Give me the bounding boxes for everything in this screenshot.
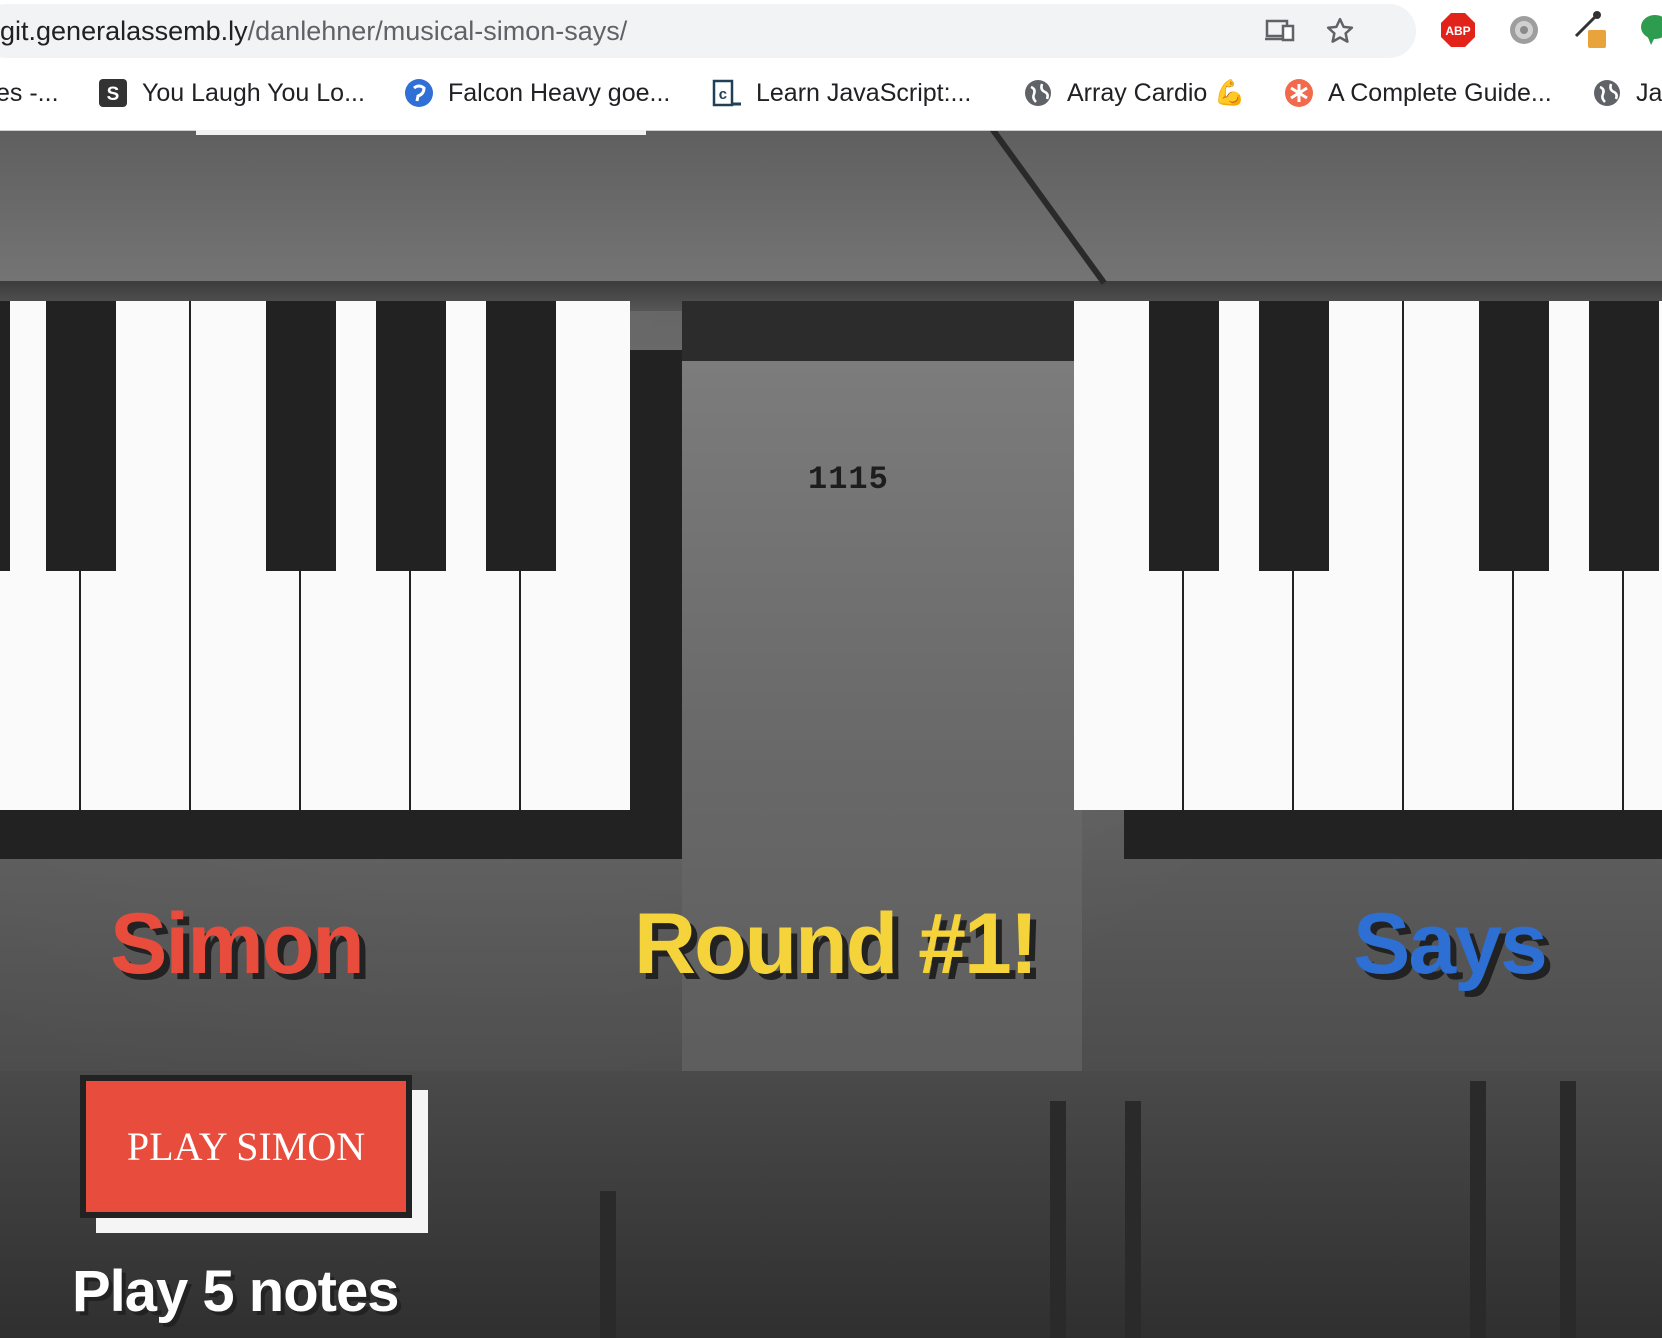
svg-text:S: S <box>107 84 120 105</box>
background-photo-table <box>0 131 1662 301</box>
asterisk-icon <box>1284 78 1314 108</box>
keyboard-right <box>1074 301 1662 810</box>
url-host: git.generalassemb.ly <box>0 16 248 46</box>
background-serial-number: 1115 <box>808 461 889 498</box>
black-key[interactable] <box>0 301 10 571</box>
black-key[interactable] <box>1149 301 1219 571</box>
bookmark-item[interactable]: A Complete Guide... <box>1284 66 1552 120</box>
bookmarks-bar: es -... S You Laugh You Lo... Falcon Hea… <box>0 66 1662 120</box>
notes-instruction: Play 5 notes <box>72 1259 399 1324</box>
background-photo-leg <box>1125 1101 1141 1338</box>
globe-icon <box>1023 78 1053 108</box>
black-key[interactable] <box>376 301 446 571</box>
background-photo-leg <box>600 1191 616 1338</box>
bookmark-label: Falcon Heavy goe... <box>448 78 671 107</box>
url-path: /danlehner/musical-simon-says/ <box>247 16 628 46</box>
play-simon-button[interactable]: PLAY SIMON <box>80 1075 412 1218</box>
bookmark-item[interactable]: es -... <box>0 66 59 120</box>
eyedropper-icon[interactable] <box>1572 11 1608 48</box>
codecademy-icon: c <box>712 78 742 108</box>
svg-text:ABP: ABP <box>1445 24 1470 38</box>
background-photo-leg <box>1470 1081 1486 1338</box>
black-key[interactable] <box>266 301 336 571</box>
title-says: Says <box>1353 896 1548 992</box>
bookmark-label: Array Cardio 💪 <box>1067 78 1246 107</box>
abp-icon[interactable]: ABP <box>1440 12 1476 48</box>
bookmark-label: es -... <box>0 78 59 107</box>
active-bookmark-indicator <box>196 130 646 135</box>
bookmark-label: Learn JavaScript:... <box>756 78 972 107</box>
browser-chrome: git.generalassemb.ly/danlehner/musical-s… <box>0 0 1662 131</box>
globe-icon <box>1592 78 1622 108</box>
bookmark-item[interactable]: Falcon Heavy goe... <box>404 66 670 120</box>
black-key[interactable] <box>1479 301 1549 571</box>
bookmark-star-icon[interactable] <box>1323 14 1357 48</box>
black-key[interactable] <box>46 301 116 571</box>
bookmark-label: A Complete Guide... <box>1328 78 1552 107</box>
chat-bubble-icon[interactable] <box>1634 12 1662 48</box>
url-text[interactable]: git.generalassemb.ly/danlehner/musical-s… <box>0 4 627 58</box>
round-counter: Round #1! <box>634 896 1038 992</box>
background-photo-leg <box>1050 1101 1066 1338</box>
bookmark-item[interactable]: S You Laugh You Lo... <box>98 66 365 120</box>
blue-circle-icon <box>404 78 434 108</box>
svg-text:c: c <box>718 87 727 104</box>
black-key[interactable] <box>1589 301 1659 571</box>
bookmark-item[interactable]: Array Cardio 💪 <box>1023 66 1245 120</box>
black-key[interactable] <box>486 301 556 571</box>
keyboard-left <box>0 301 630 810</box>
black-key[interactable] <box>1259 301 1329 571</box>
install-app-icon[interactable] <box>1263 14 1297 48</box>
bookmark-label: Ja <box>1636 78 1662 107</box>
background-photo-leg <box>1560 1081 1576 1338</box>
bookmark-item[interactable]: c Learn JavaScript:... <box>712 66 971 120</box>
bookmark-label: You Laugh You Lo... <box>142 78 365 107</box>
bookmark-item[interactable]: Ja <box>1592 66 1662 120</box>
address-bar[interactable]: git.generalassemb.ly/danlehner/musical-s… <box>0 4 1416 58</box>
gear-icon[interactable] <box>1506 12 1542 48</box>
s-icon: S <box>98 78 128 108</box>
title-simon: Simon <box>110 896 365 992</box>
